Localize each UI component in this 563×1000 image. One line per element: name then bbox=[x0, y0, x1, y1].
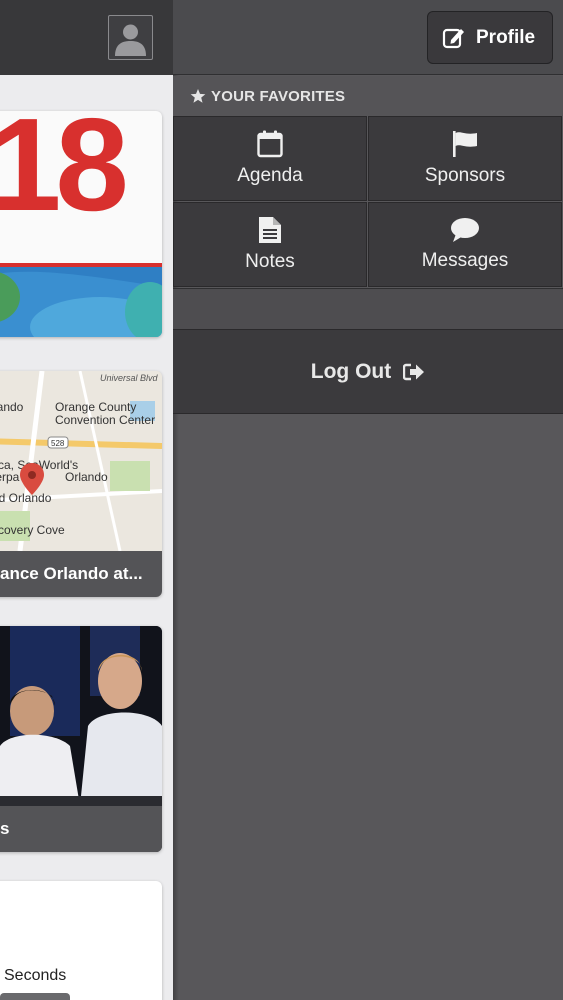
favorites-section-header: YOUR FAVORITES bbox=[173, 76, 563, 116]
favorite-tile-notes-label: Notes bbox=[245, 251, 295, 272]
favorite-tile-agenda[interactable]: Agenda bbox=[173, 116, 367, 201]
sign-out-icon bbox=[403, 363, 425, 380]
session-photo-card[interactable]: s bbox=[0, 626, 162, 852]
countdown-card[interactable]: Seconds bbox=[0, 881, 162, 1000]
logout-button[interactable]: Log Out bbox=[173, 329, 563, 414]
edit-icon bbox=[442, 28, 464, 48]
svg-text:528: 528 bbox=[51, 439, 65, 448]
document-icon bbox=[259, 217, 281, 243]
logout-label: Log Out bbox=[310, 359, 392, 383]
favorites-grid: Agenda Sponsors Notes Messages bbox=[173, 116, 563, 288]
favorite-tile-messages[interactable]: Messages bbox=[368, 202, 562, 287]
flag-icon bbox=[453, 131, 477, 157]
session-photo bbox=[0, 626, 162, 806]
menu-top-bar: Profile bbox=[173, 0, 563, 75]
venue-map-caption: ance Orlando at... bbox=[0, 551, 162, 597]
profile-button-label: Profile bbox=[476, 26, 536, 48]
svg-text:Convention Center: Convention Center bbox=[55, 413, 155, 427]
countdown-seconds-label: Seconds bbox=[4, 967, 67, 984]
event-banner-graphic bbox=[0, 267, 162, 337]
svg-text:scovery Cove: scovery Cove bbox=[0, 523, 65, 537]
favorite-tile-sponsors[interactable]: Sponsors bbox=[368, 116, 562, 201]
svg-text:rld Orlando: rld Orlando bbox=[0, 491, 52, 505]
favorites-header-label: YOUR FAVORITES bbox=[211, 87, 346, 105]
calendar-icon bbox=[257, 130, 283, 158]
profile-button[interactable]: Profile bbox=[427, 11, 553, 64]
venue-map-card[interactable]: Universal Blvd rlando Orange County Conv… bbox=[0, 371, 162, 597]
side-menu: Profile YOUR FAVORITES Agenda Sponsors N… bbox=[173, 0, 563, 1000]
svg-text:rlando: rlando bbox=[0, 400, 24, 414]
event-year-number: 18 bbox=[0, 111, 129, 238]
countdown-seconds-value-box bbox=[0, 993, 70, 1000]
event-banner-card[interactable]: 18 bbox=[0, 111, 162, 337]
svg-text:terpa: terpa bbox=[0, 470, 20, 484]
star-icon bbox=[190, 89, 206, 103]
favorite-tile-notes[interactable]: Notes bbox=[173, 202, 367, 287]
favorite-tile-agenda-label: Agenda bbox=[237, 165, 303, 186]
svg-text:Orange County: Orange County bbox=[55, 400, 136, 414]
svg-text:Universal Blvd: Universal Blvd bbox=[100, 373, 159, 383]
app-top-bar bbox=[0, 0, 173, 75]
favorite-tile-messages-label: Messages bbox=[421, 250, 509, 271]
menu-section-divider bbox=[173, 288, 563, 329]
user-silhouette-icon bbox=[115, 24, 146, 56]
svg-text:Orlando: Orlando bbox=[65, 470, 108, 484]
speech-bubble-icon bbox=[451, 218, 479, 242]
favorite-tile-sponsors-label: Sponsors bbox=[424, 165, 506, 186]
venue-map: Universal Blvd rlando Orange County Conv… bbox=[0, 371, 162, 551]
app-content-panel: 18 Universal Blvd rlando Orange County C… bbox=[0, 0, 173, 1000]
user-avatar-button[interactable] bbox=[108, 15, 153, 60]
session-photo-caption: s bbox=[0, 806, 162, 852]
